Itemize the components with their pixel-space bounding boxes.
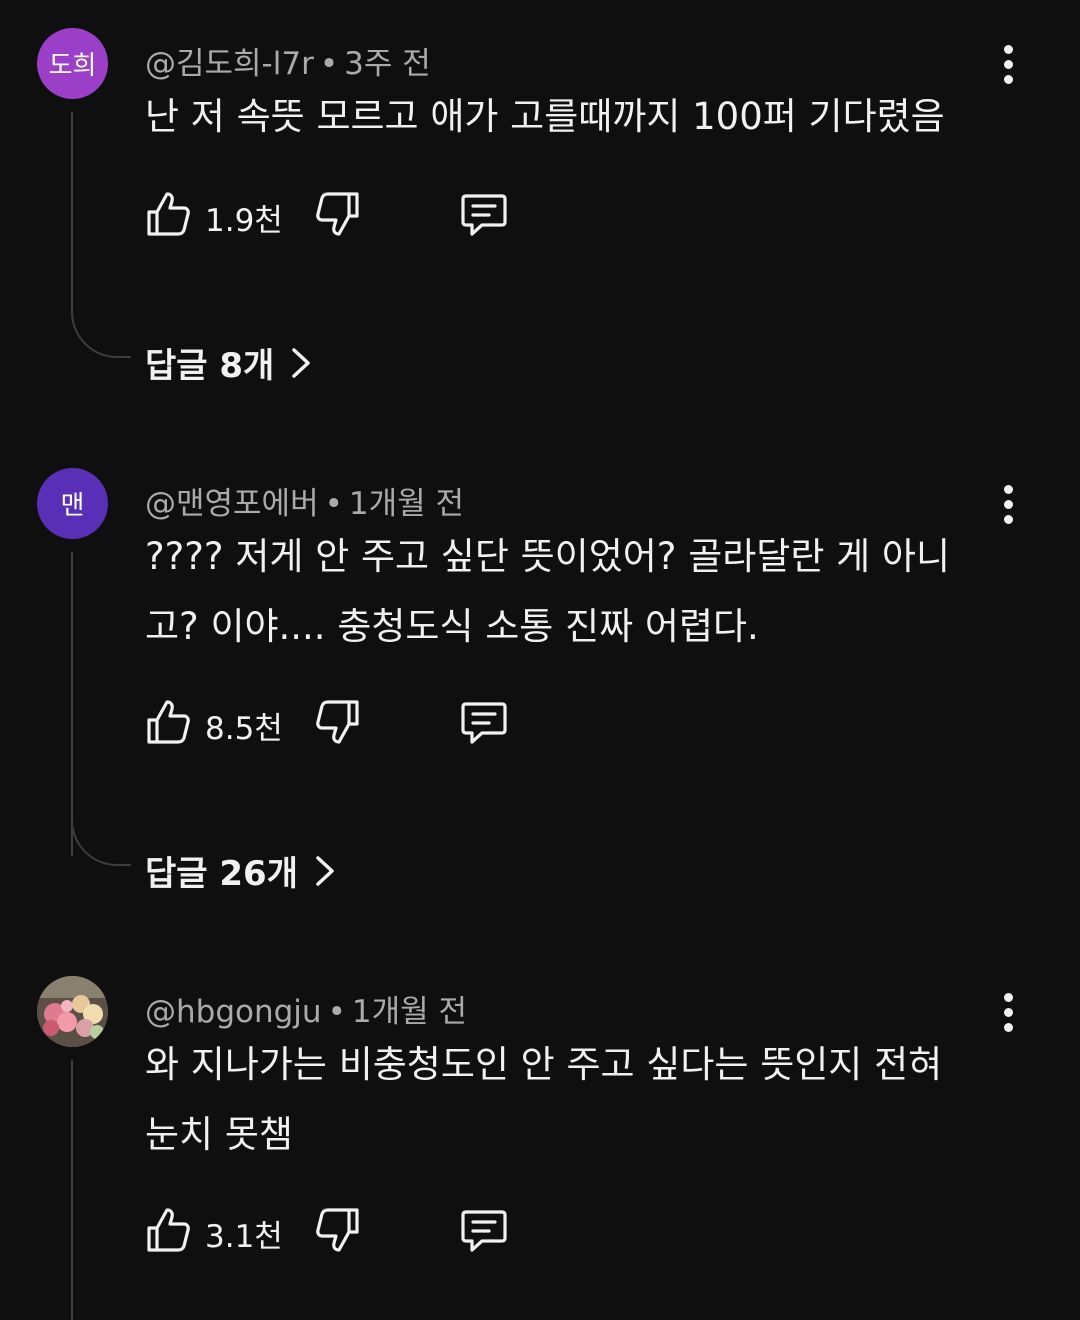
- comment-text: 와 지나가는 비충청도인 안 주고 싶다는 뜻인지 전혀 눈치 못챔: [145, 1043, 943, 1156]
- thumbs-down-icon[interactable]: [313, 698, 361, 746]
- more-vertical-icon[interactable]: [990, 984, 1026, 1040]
- view-replies-button[interactable]: 답글 8개: [145, 338, 314, 387]
- comment-actions: 8.5천: [145, 698, 545, 748]
- avatar[interactable]: 도희: [37, 28, 108, 99]
- comment-meta: @hbgongju • 1개월 전: [145, 986, 467, 1031]
- comment-text: 난 저 속뜻 모르고 애가 고를때까지 100퍼 기다렸음: [145, 95, 945, 138]
- comment-time: 1개월 전: [351, 994, 467, 1030]
- like-count: 8.5천: [205, 711, 283, 747]
- comment-time: 3주 전: [344, 46, 431, 82]
- meta-separator: •: [319, 46, 339, 82]
- avatar-initials: 맨: [60, 491, 85, 521]
- thread-curve: [71, 312, 131, 358]
- thumbs-up-icon[interactable]: [145, 190, 193, 238]
- thread-curve: [71, 820, 131, 866]
- thread-line: [71, 112, 73, 312]
- comment-meta: @맨영포에버 • 1개월 전: [145, 478, 464, 523]
- like-count: 1.9천: [205, 203, 283, 239]
- author-handle[interactable]: @hbgongju: [145, 994, 322, 1030]
- comment-time: 1개월 전: [348, 486, 465, 522]
- chevron-right-icon: [316, 855, 334, 886]
- chevron-right-icon: [292, 347, 311, 378]
- thumbs-up-icon[interactable]: [145, 1206, 193, 1254]
- thumbs-down-icon[interactable]: [313, 1206, 361, 1254]
- like-count: 3.1천: [205, 1219, 283, 1255]
- comment-actions: 3.1천: [145, 1206, 545, 1256]
- comment-meta: @김도희-l7r • 3주 전: [145, 38, 431, 83]
- view-replies-button[interactable]: 답글 26개: [145, 846, 338, 895]
- thread-line: [71, 552, 73, 856]
- replies-label: 답글 8개: [145, 346, 275, 386]
- thumbs-down-icon[interactable]: [313, 190, 361, 238]
- replies-label: 답글 26개: [145, 854, 298, 894]
- meta-separator: •: [327, 994, 346, 1030]
- more-vertical-icon[interactable]: [990, 476, 1026, 532]
- author-handle[interactable]: @맨영포에버: [145, 486, 319, 522]
- thumbs-up-icon[interactable]: [145, 698, 193, 746]
- comment-reply-icon[interactable]: [460, 190, 508, 238]
- thread-line: [71, 1060, 73, 1320]
- author-handle[interactable]: @김도희-l7r: [145, 46, 314, 82]
- comment-reply-icon[interactable]: [460, 698, 508, 746]
- flower-bouquet-photo: [37, 976, 108, 1047]
- avatar-initials: 도희: [48, 51, 97, 81]
- comment-reply-icon[interactable]: [460, 1206, 508, 1254]
- comment-text: ???? 저게 안 주고 싶단 뜻이었어? 골라달란 게 아니고? 이야....…: [145, 535, 950, 648]
- meta-separator: •: [324, 486, 343, 522]
- more-vertical-icon[interactable]: [990, 36, 1026, 92]
- comment-actions: 1.9천: [145, 190, 545, 240]
- avatar[interactable]: 맨: [37, 468, 108, 539]
- avatar[interactable]: [37, 976, 108, 1047]
